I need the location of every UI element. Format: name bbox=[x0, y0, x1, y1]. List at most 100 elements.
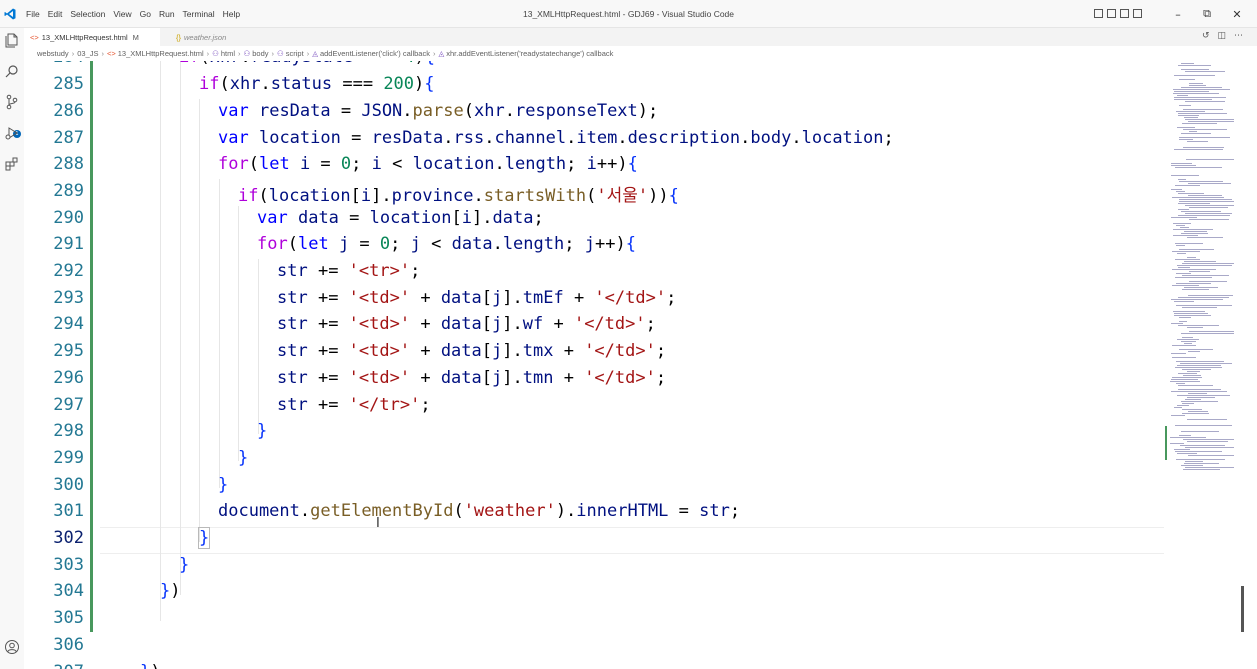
minimap-line bbox=[1181, 87, 1222, 88]
minimap-line bbox=[1178, 389, 1221, 390]
split-editor-icon[interactable]: ◫ bbox=[1217, 31, 1226, 41]
minimap-line bbox=[1189, 207, 1228, 208]
minimap-line bbox=[1187, 141, 1208, 142]
minimap-line bbox=[1178, 385, 1213, 386]
menu-help[interactable]: Help bbox=[219, 9, 244, 19]
minimap-line bbox=[1171, 299, 1223, 300]
source-control-icon[interactable] bbox=[4, 94, 20, 110]
code-line: } bbox=[257, 421, 268, 441]
minimap-line bbox=[1176, 111, 1205, 112]
open-changes-icon[interactable]: ↺ bbox=[1202, 31, 1210, 41]
extensions-icon[interactable] bbox=[4, 156, 20, 172]
menu-view[interactable]: View bbox=[109, 9, 135, 19]
breadcrumb-item[interactable]: body bbox=[252, 49, 268, 58]
minimap-line bbox=[1188, 183, 1231, 184]
minimap-line bbox=[1181, 69, 1209, 70]
minimap-line bbox=[1181, 233, 1208, 234]
minimap-line bbox=[1173, 235, 1198, 236]
menu-run[interactable]: Run bbox=[155, 9, 179, 19]
run-debug-icon[interactable] bbox=[4, 125, 20, 141]
minimap-line bbox=[1181, 465, 1203, 466]
minimap-line bbox=[1182, 123, 1217, 124]
code-line: for(let i = 0; i < location.length; i++)… bbox=[218, 154, 638, 174]
minimap-line bbox=[1174, 449, 1190, 450]
minimap-line bbox=[1179, 137, 1230, 138]
minimap-line bbox=[1185, 205, 1234, 206]
json-file-icon: {} bbox=[176, 32, 182, 42]
editor-tabs: <> 13_XMLHttpRequest.html M {} weather.j… bbox=[24, 28, 1257, 46]
toggle-secondary-sidebar-icon[interactable] bbox=[1120, 9, 1129, 18]
code-line: str += '<td>' + data[j].tmEf + '</td>'; bbox=[277, 288, 677, 308]
minimap-line bbox=[1174, 91, 1209, 92]
breadcrumb-item[interactable]: webstudy bbox=[37, 49, 69, 58]
minimap-line bbox=[1178, 373, 1197, 374]
minimap-line bbox=[1181, 333, 1234, 334]
search-icon[interactable] bbox=[4, 63, 20, 79]
minimap-line bbox=[1171, 415, 1185, 416]
close-window-button[interactable]: ✕ bbox=[1222, 0, 1252, 28]
toggle-primary-sidebar-icon[interactable] bbox=[1094, 9, 1103, 18]
minimap-line bbox=[1187, 371, 1200, 372]
minimap-line bbox=[1173, 223, 1191, 224]
minimap-line bbox=[1189, 281, 1227, 282]
breadcrumb-item[interactable]: script bbox=[286, 49, 304, 58]
minimap-line bbox=[1179, 105, 1191, 106]
minimap-line bbox=[1187, 237, 1223, 238]
minimap-line bbox=[1177, 453, 1197, 454]
minimize-button[interactable]: – bbox=[1163, 0, 1193, 28]
html-file-icon: <> bbox=[30, 32, 39, 42]
line-number: 303 bbox=[53, 555, 84, 575]
scrollbar-thumb[interactable] bbox=[1241, 586, 1244, 632]
code-editor[interactable]: 284 285 286 287 288 289 290 291 292 293 … bbox=[24, 61, 1164, 669]
menu-edit[interactable]: Edit bbox=[44, 9, 67, 19]
html-file-icon: <> bbox=[106, 49, 116, 58]
minimap-line bbox=[1179, 435, 1191, 436]
minimap-line bbox=[1188, 295, 1233, 296]
breadcrumb-item[interactable]: html bbox=[221, 49, 235, 58]
minimap-line bbox=[1175, 451, 1222, 452]
minimap-line bbox=[1182, 307, 1217, 308]
toggle-panel-icon[interactable] bbox=[1107, 9, 1116, 18]
modified-indicator: M bbox=[132, 32, 139, 42]
line-number: 307 bbox=[24, 662, 84, 669]
explorer-icon[interactable] bbox=[4, 32, 20, 48]
minimap-line bbox=[1183, 375, 1201, 376]
breadcrumb-item[interactable]: addEventListener('click') callback bbox=[320, 49, 430, 58]
minimap-line bbox=[1187, 441, 1228, 442]
minimap-line bbox=[1179, 79, 1195, 80]
breadcrumb-item[interactable]: 03_JS bbox=[77, 49, 98, 58]
minimap-line bbox=[1182, 403, 1194, 404]
customize-layout-icon[interactable] bbox=[1133, 9, 1142, 18]
tab-xmlhttprequest-html[interactable]: <> 13_XMLHttpRequest.html M bbox=[24, 28, 160, 46]
minimap-line bbox=[1177, 339, 1199, 340]
minimap-line bbox=[1180, 363, 1232, 364]
minimap-line bbox=[1188, 351, 1200, 352]
menu-file[interactable]: File bbox=[22, 9, 44, 19]
minimap-line bbox=[1171, 217, 1197, 218]
account-icon[interactable] bbox=[4, 639, 20, 655]
minimap-line bbox=[1171, 165, 1196, 166]
menu-selection[interactable]: Selection bbox=[66, 9, 109, 19]
minimap-line bbox=[1188, 455, 1234, 456]
restore-button[interactable]: ⧉ bbox=[1192, 0, 1222, 28]
minimap-line bbox=[1183, 439, 1234, 440]
minimap-line bbox=[1185, 399, 1201, 400]
minimap-line bbox=[1188, 121, 1234, 122]
minimap-line bbox=[1175, 425, 1232, 426]
more-actions-icon[interactable]: ⋯ bbox=[1234, 31, 1243, 41]
minimap-line bbox=[1181, 63, 1194, 64]
minimap-line bbox=[1172, 285, 1199, 286]
minimap[interactable] bbox=[1164, 61, 1257, 669]
minimap-line bbox=[1171, 391, 1227, 392]
breadcrumb-item[interactable]: xhr.addEventListener('readystatechange')… bbox=[446, 49, 613, 58]
menu-terminal[interactable]: Terminal bbox=[179, 9, 219, 19]
tab-weather-json[interactable]: {} weather.json bbox=[170, 28, 232, 46]
minimap-line bbox=[1187, 397, 1215, 398]
minimap-line bbox=[1179, 317, 1191, 318]
menu-go[interactable]: Go bbox=[136, 9, 155, 19]
minimap-line bbox=[1179, 321, 1187, 322]
tab-actions: ↺ ◫ ⋯ bbox=[1202, 31, 1243, 41]
line-number: 298 bbox=[53, 421, 84, 441]
code-line: }) bbox=[140, 662, 161, 669]
breadcrumb-item[interactable]: 13_XMLHttpRequest.html bbox=[118, 49, 204, 58]
